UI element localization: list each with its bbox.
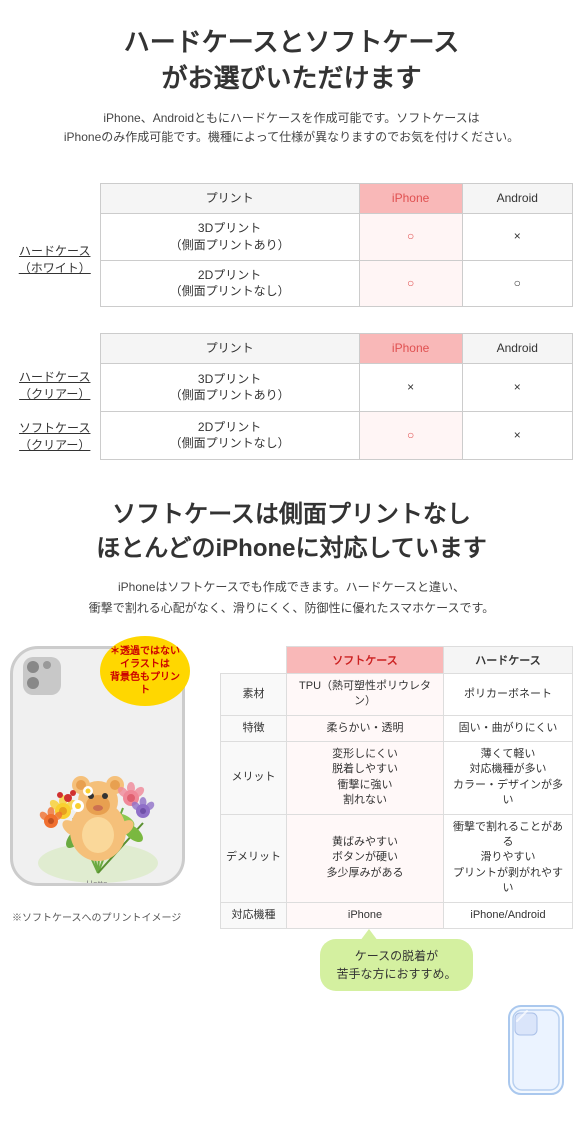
print-2d-1: 2Dプリント（側面プリントなし） [100,260,359,307]
iphone-3d-2: × [359,363,462,411]
bottom-content: ＊透過ではないイラストは背景色もプリント [0,646,583,1001]
subtitle-text: iPhone、Androidともにハードケースを作成可能です。ソフトケースはiP… [20,109,563,147]
case-table-2: プリント iPhone Android ハードケース（クリアー）ソフトケース（ク… [10,333,573,460]
soft-demerit: 黄ばみやすいボタンが硬い多少厚みがある [287,814,444,902]
middle-section: ソフトケースは側面プリントなしほとんどのiPhoneに対応しています iPhon… [0,470,583,646]
print-2d-2: 2Dプリント（側面プリントなし） [100,411,359,459]
key-merit: メリット [221,742,287,815]
callout-arrow [360,929,378,941]
annotation-bubble: ＊透過ではないイラストは背景色もプリント [100,636,190,706]
soft-device: iPhone [287,902,444,928]
col-iphone-header-2: iPhone [359,334,462,364]
hard-feature: 固い・曲がりにくい [444,715,573,741]
top-section: ハードケースとソフトケースがお選びいただけます iPhone、Androidとも… [0,0,583,183]
phone-area: ＊透過ではないイラストは背景色もプリント [10,646,210,924]
row-merit: メリット 変形しにくい脱着しやすい衝撃に強い割れない 薄くて軽い対応機種が多いカ… [221,742,573,815]
hard-header: ハードケース [444,646,573,673]
hardcase-white-label: ハードケース（ホワイト） [10,213,100,306]
row-device: 対応機種 iPhone iPhone/Android [221,902,573,928]
iphone-3d-1: ○ [359,213,462,260]
right-table-area: ソフトケース ハードケース 素材 TPU（熱可塑性ポリウレタン） ポリカーボネー… [220,646,573,991]
soft-material: TPU（熱可塑性ポリウレタン） [287,673,444,715]
hard-material: ポリカーボネート [444,673,573,715]
row-material: 素材 TPU（熱可塑性ポリウレタン） ポリカーボネート [221,673,573,715]
callout-wrapper: ケースの脱着が苦手な方におすすめ。 [320,939,472,991]
clear-case-area [0,1001,583,1121]
col-print-header-2: プリント [100,334,359,364]
soft-feature: 柔らかい・透明 [287,715,444,741]
soft-header: ソフトケース [287,646,444,673]
key-material: 素材 [221,673,287,715]
case-table-1: プリント iPhone Android ハードケース（ホワイト） 3Dプリント（… [10,183,573,307]
row-demerit: デメリット 黄ばみやすいボタンが硬い多少厚みがある 衝撃で割れることがある滑りや… [221,814,573,902]
android-2d-2: × [462,411,572,459]
callout-bubble: ケースの脱着が苦手な方におすすめ。 [320,939,472,991]
main-title: ハードケースとソフトケースがお選びいただけます [20,24,563,97]
android-2d-1: ○ [462,260,572,307]
hard-merit: 薄くて軽い対応機種が多いカラー・デザインが多い [444,742,573,815]
key-demerit: デメリット [221,814,287,902]
iphone-2d-2: ○ [359,411,462,459]
col-iphone-header-1: iPhone [359,184,462,214]
key-feature: 特徴 [221,715,287,741]
middle-subtitle: iPhoneはソフトケースでも作成できます。ハードケースと違い、衝撃で割れる心配… [20,577,563,618]
print-3d-2: 3Dプリント（側面プリントあり） [100,363,359,411]
hardcase-clear-label: ハードケース（クリアー）ソフトケース（クリアー） [10,363,100,459]
middle-title: ソフトケースは側面プリントなしほとんどのiPhoneに対応しています [20,498,563,565]
hard-demerit: 衝撃で割れることがある滑りやすいプリントが剥がれやすい [444,814,573,902]
hard-device: iPhone/Android [444,902,573,928]
compare-table: ソフトケース ハードケース 素材 TPU（熱可塑性ポリウレタン） ポリカーボネー… [220,646,573,929]
clear-case-svg [501,1001,571,1101]
table2-wrapper: プリント iPhone Android ハードケース（クリアー）ソフトケース（ク… [0,333,583,460]
phone-note: ※ソフトケースへのプリントイメージ [10,909,210,924]
col-android-header-2: Android [462,334,572,364]
row-feature: 特徴 柔らかい・透明 固い・曲がりにくい [221,715,573,741]
col-print-header: プリント [100,184,359,214]
callout-area: ケースの脱着が苦手な方におすすめ。 [220,939,573,991]
key-device: 対応機種 [221,902,287,928]
table1-wrapper: プリント iPhone Android ハードケース（ホワイト） 3Dプリント（… [0,183,583,307]
col-android-header-1: Android [462,184,572,214]
android-3d-1: × [462,213,572,260]
iphone-2d-1: ○ [359,260,462,307]
print-3d-1: 3Dプリント（側面プリントあり） [100,213,359,260]
brand-text: HottoMotto [86,879,109,886]
annotation-text: ＊透過ではないイラストは背景色もプリント [106,645,184,697]
soft-merit: 変形しにくい脱着しやすい衝撃に強い割れない [287,742,444,815]
android-3d-2: × [462,363,572,411]
